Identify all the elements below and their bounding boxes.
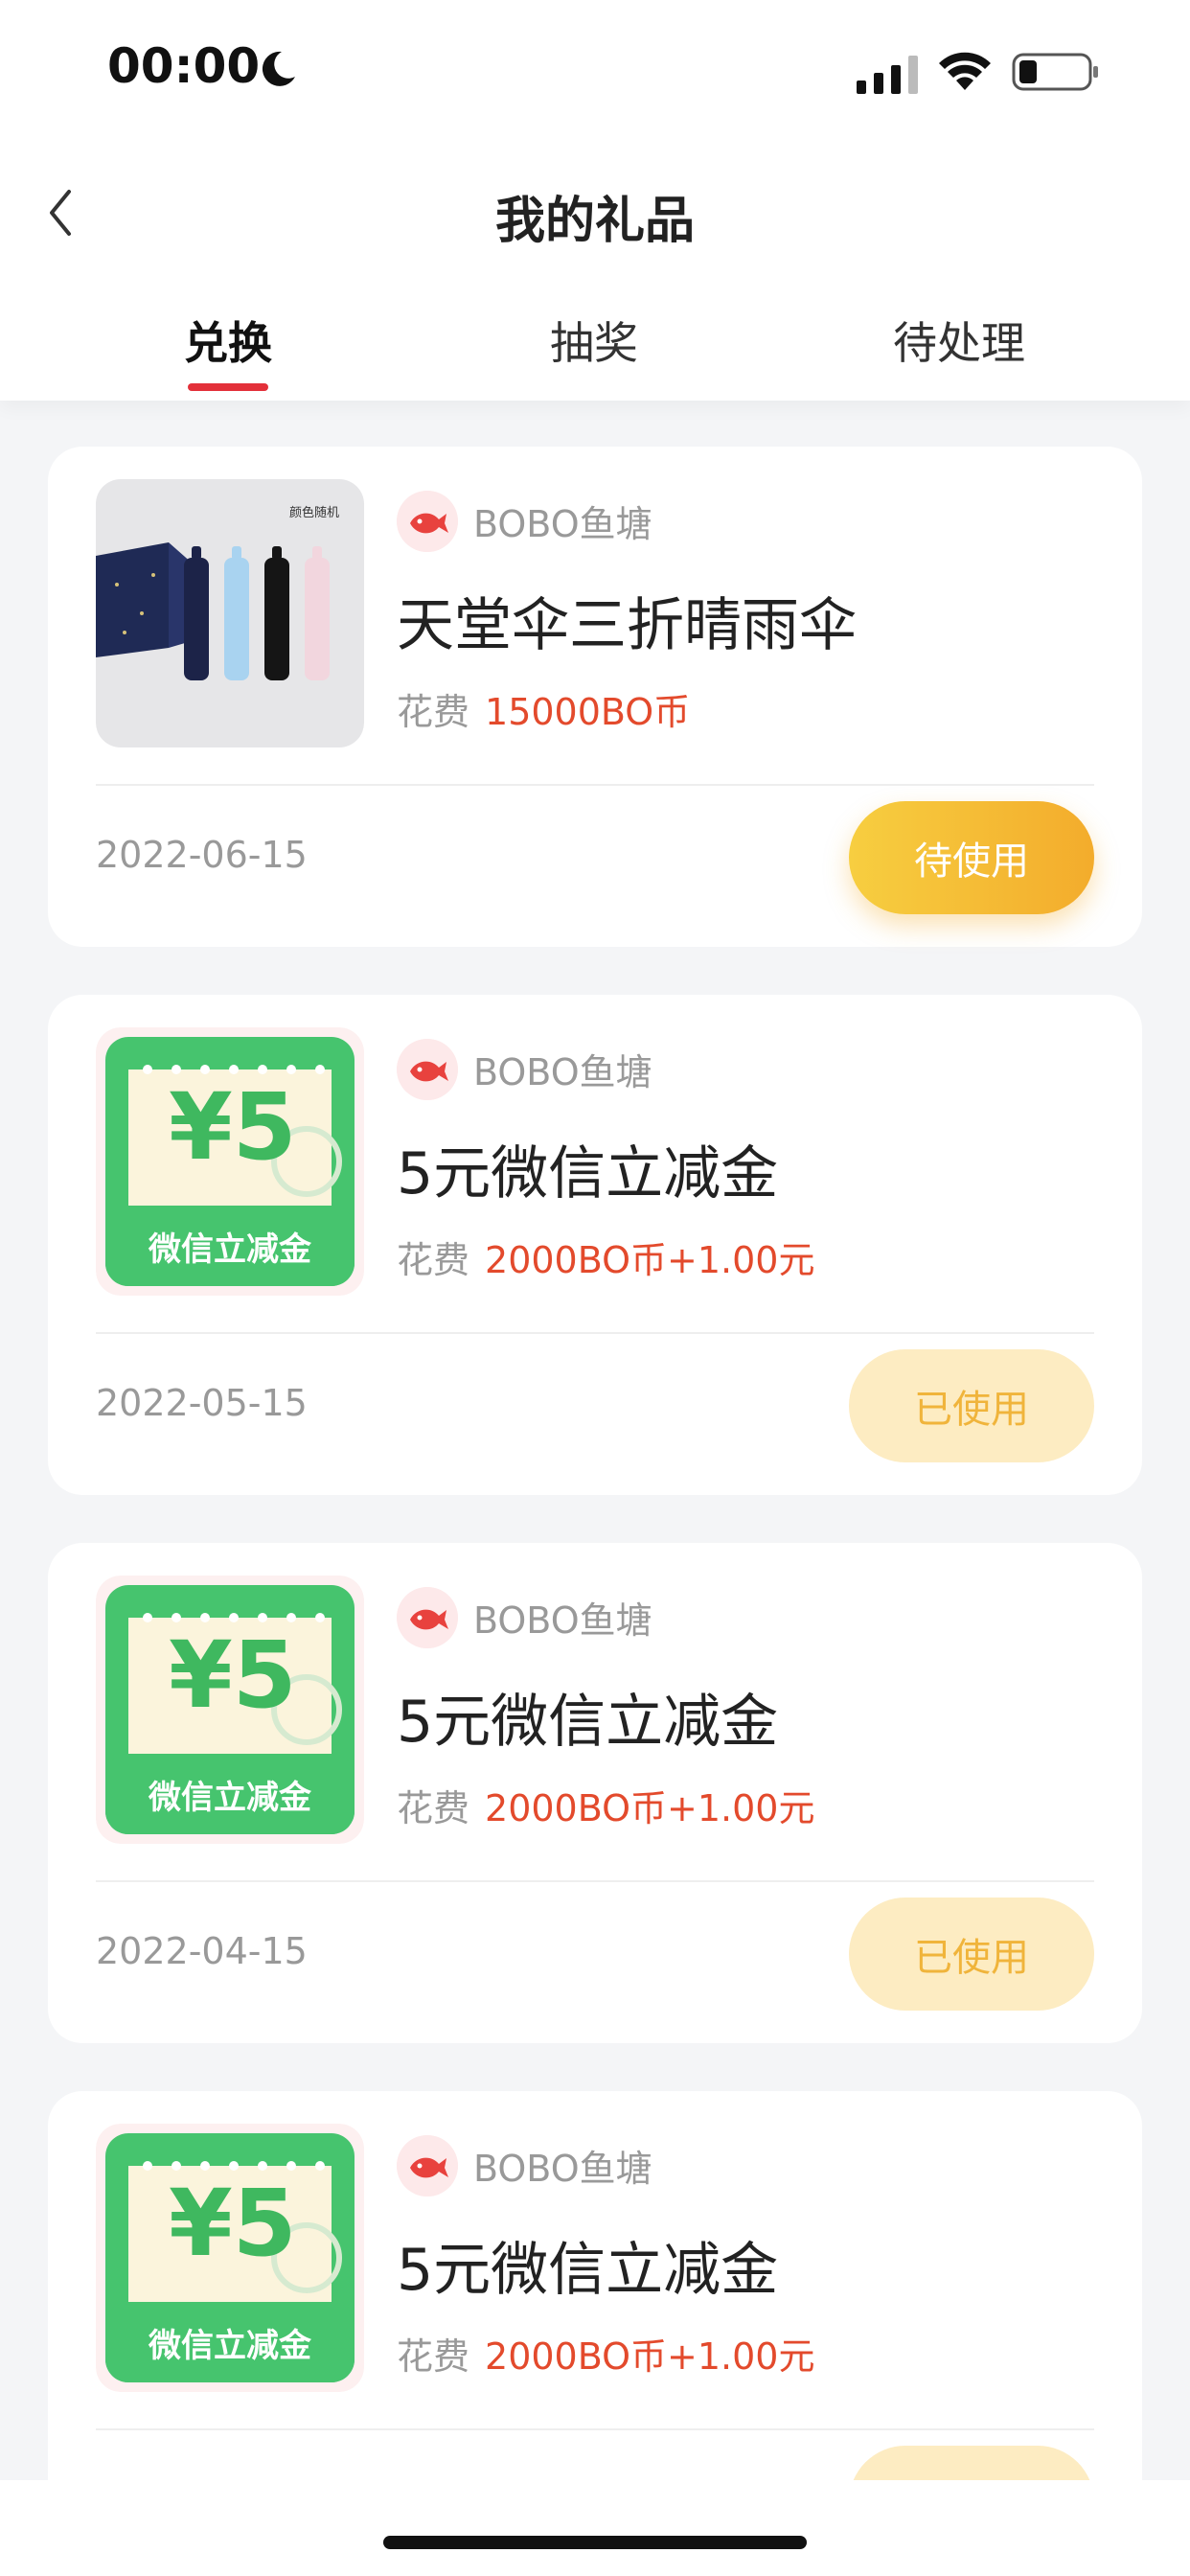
tab-exchange[interactable]: 兑换 [184,309,272,372]
item-name: 5元微信立减金 [397,1140,779,1208]
fish-shop-icon [397,2135,458,2196]
price-row: 花费 15000BO币 [397,682,690,735]
item-name: 5元微信立减金 [397,1689,779,1756]
product-image-coupon: ¥5 微信立减金 [96,1576,364,1844]
tab-active-indicator [188,383,268,391]
item-name: 天堂伞三折晴雨伞 [397,592,857,659]
price-label: 花费 [397,1239,470,1281]
top-bar: 00:00 我的礼品 兑换 抽奖 待处理 [0,0,1190,401]
gift-card[interactable]: ¥5 微信立减金 BOBO鱼塘 5元微信立减金 花费 2000BO币+1.00元 [48,2091,1142,2480]
item-name: 5元微信立减金 [397,2237,779,2304]
fish-shop-icon [397,1039,458,1100]
status-bar: 00:00 [0,0,1190,144]
tab-lottery[interactable]: 抽奖 [550,309,638,372]
status-button-pending[interactable]: 待使用 [849,801,1094,914]
product-image-coupon: ¥5 微信立减金 [96,1027,364,1296]
status-time: 00:00 [107,38,261,94]
fish-shop-icon [397,491,458,552]
exchange-date: 2022-05-15 [96,1382,308,1424]
price-label: 花费 [397,2335,470,2378]
divider [96,2428,1094,2430]
exchange-date: 2022-04-15 [96,1930,308,1972]
coupon-amount: ¥5 [169,1073,297,1181]
tab-pending[interactable]: 待处理 [893,309,1025,372]
product-image-coupon: ¥5 微信立减金 [96,2124,364,2392]
gift-card[interactable]: ¥5 微信立减金 BOBO鱼塘 5元微信立减金 花费 2000BO币+1.00元 … [48,995,1142,1495]
thumb-caption: 颜色随机 [288,506,339,520]
nav-bar: 我的礼品 [0,163,1190,259]
status-button-used[interactable]: 已使用 [849,1349,1094,1462]
gift-card[interactable]: 颜色随机 BOBO鱼塘 天堂伞三折晴雨伞 花费 15000BO币 2022-06-… [48,447,1142,947]
divider [96,1880,1094,1882]
shop-name: BOBO鱼塘 [473,1051,652,1093]
fish-shop-icon [397,1587,458,1648]
coupon-amount: ¥5 [169,1622,297,1729]
price-label: 花费 [397,691,470,733]
cellular-signal-icon [857,56,918,94]
price-row: 花费 2000BO币+1.00元 [397,2327,814,2380]
wifi-icon [939,52,991,90]
home-indicator-area [0,2480,1190,2576]
price-row: 花费 2000BO币+1.00元 [397,1779,814,1831]
product-image-umbrella: 颜色随机 [96,479,364,748]
price-value: 2000BO币+1.00元 [485,1787,815,1829]
moon-icon [262,51,295,86]
coupon-label: 微信立减金 [149,2327,311,2365]
shop-name: BOBO鱼塘 [473,2148,652,2190]
divider [96,784,1094,786]
home-indicator[interactable] [383,2536,807,2549]
coupon-label: 微信立减金 [149,1230,311,1269]
price-label: 花费 [397,1787,470,1829]
gift-card[interactable]: ¥5 微信立减金 BOBO鱼塘 5元微信立减金 花费 2000BO币+1.00元 … [48,1543,1142,2043]
status-button-used[interactable] [849,2446,1094,2480]
exchange-date: 2022-06-15 [96,834,308,876]
price-value: 15000BO币 [485,691,691,733]
page-title: 我的礼品 [494,193,695,250]
divider [96,1332,1094,1334]
price-value: 2000BO币+1.00元 [485,2335,815,2378]
price-row: 花费 2000BO币+1.00元 [397,1230,814,1283]
tab-bar: 兑换 抽奖 待处理 [0,297,1190,402]
coupon-amount: ¥5 [169,2170,297,2277]
status-button-used[interactable]: 已使用 [849,1898,1094,2011]
price-value: 2000BO币+1.00元 [485,1239,815,1281]
shop-name: BOBO鱼塘 [473,1599,652,1642]
coupon-label: 微信立减金 [149,1779,311,1817]
gift-list: 颜色随机 BOBO鱼塘 天堂伞三折晴雨伞 花费 15000BO币 2022-06-… [0,401,1190,2480]
battery-icon [1012,53,1098,91]
shop-name: BOBO鱼塘 [473,503,652,545]
